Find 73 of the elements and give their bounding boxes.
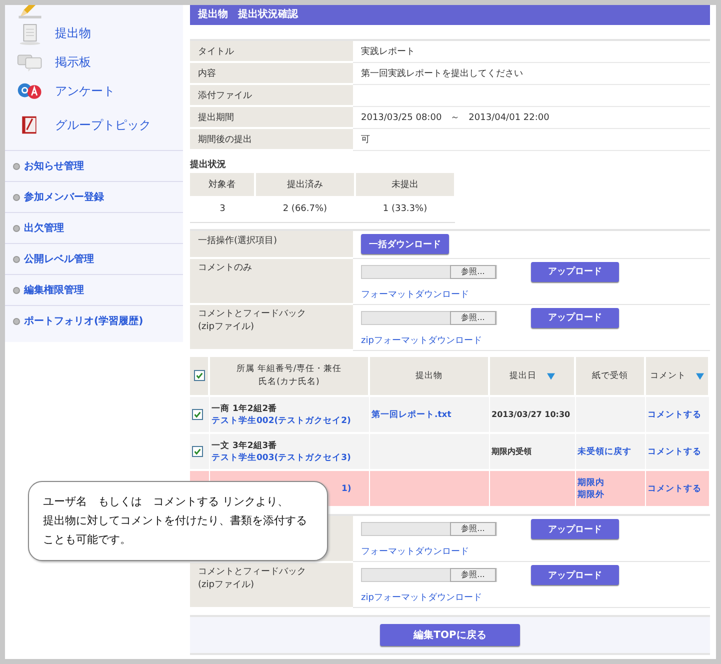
field-label: タイトル: [190, 40, 353, 62]
upload-button[interactable]: アップロード: [531, 565, 619, 585]
field-label: 提出期間: [190, 106, 353, 128]
table-cell: 3: [190, 196, 255, 222]
field-value: 可: [361, 134, 370, 144]
column-header: 所属 年組番号/専任・兼任: [236, 363, 342, 376]
field-value: 第一回実践レポートを提出してください: [361, 68, 523, 78]
field-label: 内容: [190, 62, 353, 84]
section-heading: 提出状況: [190, 158, 227, 171]
student-class: 一文 3年2組3番: [212, 440, 278, 452]
sort-icon[interactable]: [546, 372, 554, 380]
row-checkbox[interactable]: [192, 409, 203, 420]
upload-button[interactable]: アップロード: [531, 308, 619, 328]
column-header: 提出済み: [254, 173, 355, 196]
format-download-link[interactable]: フォーマットダウンロード: [361, 288, 469, 300]
file-input-field[interactable]: 参照...: [361, 568, 497, 582]
column-header: 氏名(カナ氏名): [258, 376, 320, 389]
paper-receipt-link[interactable]: 期限内: [578, 476, 642, 488]
field-label: 期間後の提出: [190, 128, 353, 150]
sidebar-item[interactable]: ポートフォリオ(学習履歴): [24, 314, 144, 328]
sidebar-item[interactable]: 掲示板: [55, 54, 91, 71]
sidebar-item[interactable]: 公開レベル管理: [24, 252, 94, 266]
field-label: 添付ファイル: [190, 84, 353, 106]
table-cell: 1 (33.3%): [354, 196, 455, 222]
upload-button[interactable]: アップロード: [531, 262, 619, 282]
bullet-icon: [13, 286, 20, 294]
column-header: 提出日: [510, 370, 536, 382]
sidebar-item[interactable]: お知らせ管理: [24, 159, 84, 173]
bullet-icon: [13, 224, 20, 232]
file-input-field[interactable]: 参照...: [361, 264, 497, 278]
sidebar-item[interactable]: グループトピック: [55, 116, 151, 134]
format-download-link[interactable]: フォーマットダウンロード: [361, 545, 469, 558]
sidebar-item[interactable]: アンケート: [55, 83, 115, 100]
document-icon: [17, 22, 43, 44]
sidebar-item[interactable]: 参加メンバー登録: [24, 190, 104, 204]
sidebar-item[interactable]: 編集権限管理: [24, 283, 84, 297]
sort-icon[interactable]: [696, 372, 704, 380]
column-header: 紙で受領: [592, 370, 628, 382]
bullet-icon: [13, 194, 20, 200]
student-name-link[interactable]: テスト学生003(テストガクセイ3): [212, 452, 351, 464]
bullet-icon: [13, 318, 20, 324]
field-value: 実践レポート: [361, 46, 415, 57]
field-label: 一括操作(選択項目): [190, 230, 353, 258]
upload-button[interactable]: アップロード: [531, 519, 619, 539]
format-download-link[interactable]: zipフォーマットダウンロード: [361, 591, 482, 604]
row-checkbox[interactable]: [192, 446, 203, 457]
column-header: 対象者: [190, 173, 255, 196]
tooltip-text: ユーザ名 もしくは コメントする リンクより、: [43, 494, 290, 510]
file-input-field[interactable]: 参照...: [361, 522, 497, 536]
select-all-checkbox[interactable]: [194, 370, 204, 381]
page-title-bar: 提出物 提出状況確認: [190, 5, 710, 25]
bulk-download-button[interactable]: 一括ダウンロード: [361, 234, 449, 254]
paper-receipt-link[interactable]: 期限外: [578, 488, 642, 500]
sidebar-item[interactable]: 出欠管理: [24, 221, 64, 235]
file-input-field[interactable]: 参照...: [361, 310, 497, 324]
sidebar-item[interactable]: 提出物: [55, 25, 91, 42]
submission-date: 期限内受領: [492, 447, 532, 456]
column-header: 提出物: [416, 370, 442, 382]
student-name-link[interactable]: テスト学生002(テストガクセイ2): [212, 414, 351, 426]
column-header: コメント: [650, 370, 686, 382]
bullet-icon: [13, 256, 20, 262]
tooltip-text: 提出物に対してコメントを付けたり、書類を添付することも可能です。: [43, 513, 308, 548]
bullet-icon: [13, 162, 20, 170]
submission-date: 2013/03/27 10:30: [492, 410, 570, 418]
field-label: コメントのみ: [198, 263, 252, 273]
column-header: 未提出: [354, 173, 455, 196]
field-label: コメントとフィードバック (zipファイル): [198, 309, 306, 332]
student-class: 一商 1年2組2番: [212, 402, 278, 414]
back-to-top-button[interactable]: 編集TOPに戻る: [380, 624, 520, 646]
field-value: 2013/03/25 08:00 ～ 2013/04/01 22:00: [361, 112, 550, 122]
table-cell: 2 (66.7%): [254, 196, 355, 222]
field-label: コメントとフィードバック (zipファイル): [198, 566, 306, 590]
format-download-link[interactable]: zipフォーマットダウンロード: [361, 334, 482, 346]
